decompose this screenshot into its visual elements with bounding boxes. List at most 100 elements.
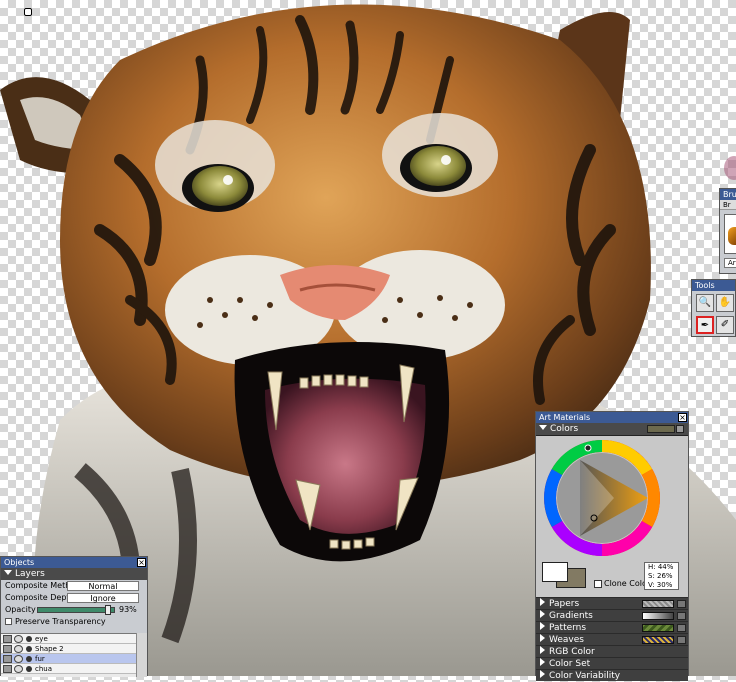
art-materials-title[interactable]: Art Materials × (536, 412, 688, 423)
grabber-hand-icon[interactable]: ✋ (716, 294, 734, 312)
opacity-row: Opacity 93% (1, 604, 147, 616)
layer-lock-icon[interactable] (3, 645, 12, 653)
eye-icon[interactable] (14, 645, 23, 653)
papers-preview (642, 600, 674, 608)
collapse-triangle-icon[interactable] (4, 570, 12, 575)
preserve-transparency-label: Preserve Transparency (15, 617, 106, 626)
papers-label: Papers (549, 599, 580, 609)
brush-category[interactable]: Br (720, 200, 736, 210)
expand-triangle-icon[interactable] (540, 634, 545, 642)
layer-lock-icon[interactable] (3, 655, 12, 663)
primary-color-swatch[interactable] (542, 562, 568, 582)
art-materials-title-text: Art Materials (539, 413, 591, 422)
layer-row-selected[interactable]: fur (1, 654, 137, 664)
eye-icon[interactable] (14, 665, 23, 673)
layer-list: eye Shape 2 fur chua (1, 633, 137, 677)
layers-label: Layers (15, 569, 45, 579)
hsv-readout: H: 44% S: 26% V: 30% (644, 562, 679, 590)
opacity-value: 93% (119, 605, 137, 614)
color-variability-row[interactable]: Color Variability (536, 669, 688, 681)
composite-method-select[interactable]: Normal (67, 581, 139, 591)
art-materials-palette: Art Materials × Colors Clone Color H: 44… (535, 411, 689, 681)
opacity-label: Opacity (5, 605, 36, 614)
patterns-preview (642, 624, 674, 632)
expand-triangle-icon[interactable] (540, 646, 545, 654)
opacity-slider[interactable] (37, 605, 115, 615)
dropper-icon[interactable]: ✐ (716, 316, 734, 334)
brush-variant[interactable]: Art (724, 258, 736, 268)
canvas-corner-handle[interactable] (24, 8, 32, 16)
brush-stroke-icon (728, 227, 736, 245)
expand-triangle-icon[interactable] (540, 658, 545, 666)
objects-palette: Objects × Layers Composite Method: Norma… (0, 556, 148, 677)
hue-indicator[interactable] (584, 444, 592, 452)
layer-row[interactable]: eye (1, 634, 137, 644)
tools-palette: Tools 🔍 ✋ ✒ ✐ (691, 279, 736, 337)
weaves-preview (642, 636, 674, 644)
layers-section-header[interactable]: Layers (1, 568, 147, 580)
objects-title-text: Objects (4, 558, 35, 567)
opacity-slider-handle[interactable] (104, 605, 111, 615)
brush-icon[interactable]: ✒ (696, 316, 714, 334)
expand-triangle-icon[interactable] (540, 598, 545, 606)
expand-triangle-icon[interactable] (540, 610, 545, 618)
composite-method-row: Composite Method: Normal (1, 580, 147, 592)
hue-value: H: 44% (648, 563, 674, 571)
layer-lock-icon[interactable] (3, 635, 12, 643)
current-color-chip (647, 425, 675, 433)
preserve-transparency-row[interactable]: Preserve Transparency (1, 616, 147, 628)
eye-icon[interactable] (14, 635, 23, 643)
layer-lock-icon[interactable] (3, 665, 12, 673)
tools-palette-title[interactable]: Tools (692, 280, 735, 291)
patterns-menu-icon[interactable] (677, 624, 686, 632)
colors-label: Colors (550, 424, 579, 434)
gradients-menu-icon[interactable] (677, 612, 686, 620)
close-icon[interactable]: × (137, 558, 146, 567)
saturation-value: S: 26% (648, 572, 673, 580)
layer-name: chua (35, 665, 53, 673)
collapse-triangle-icon[interactable] (539, 425, 547, 430)
close-icon[interactable]: × (678, 413, 687, 422)
value-value: V: 30% (648, 581, 673, 589)
composite-depth-row: Composite Depth: Ignore (1, 592, 147, 604)
gradients-preview (642, 612, 674, 620)
clone-color-checkbox[interactable] (594, 580, 602, 588)
magnifier-icon[interactable]: 🔍 (696, 294, 714, 312)
patterns-label: Patterns (549, 623, 587, 633)
layer-name: eye (35, 635, 48, 643)
weaves-label: Weaves (549, 635, 584, 645)
brush-selector-palette: Brus Br Art (719, 188, 736, 274)
color-set-row[interactable]: Color Set (536, 657, 688, 669)
layer-name: Shape 2 (35, 645, 64, 653)
gradients-row[interactable]: Gradients (536, 609, 688, 621)
brush-preview (724, 214, 736, 254)
layer-row[interactable]: Shape 2 (1, 644, 137, 654)
rgb-color-row[interactable]: RGB Color (536, 645, 688, 657)
brush-palette-title[interactable]: Brus (720, 189, 736, 200)
layer-type-icon (26, 646, 32, 652)
rgb-color-label: RGB Color (549, 647, 595, 657)
palette-menu-icon[interactable] (676, 425, 684, 433)
layer-type-icon (26, 636, 32, 642)
eye-icon[interactable] (14, 655, 23, 663)
layer-row[interactable]: chua (1, 664, 137, 674)
layer-type-icon (26, 656, 32, 662)
expand-triangle-icon[interactable] (540, 670, 545, 678)
composite-depth-select[interactable]: Ignore (67, 593, 139, 603)
color-variability-label: Color Variability (549, 671, 621, 681)
colors-body: Clone Color H: 44% S: 26% V: 30% (536, 435, 688, 597)
expand-triangle-icon[interactable] (540, 622, 545, 630)
weaves-menu-icon[interactable] (677, 636, 686, 644)
color-set-label: Color Set (549, 659, 591, 669)
weaves-row[interactable]: Weaves (536, 633, 688, 645)
objects-title[interactable]: Objects × (1, 557, 147, 568)
color-wheel[interactable] (544, 440, 660, 556)
layer-type-icon (26, 666, 32, 672)
papers-menu-icon[interactable] (677, 600, 686, 608)
patterns-row[interactable]: Patterns (536, 621, 688, 633)
layer-name: fur (35, 655, 45, 663)
preserve-transparency-checkbox[interactable] (5, 618, 12, 625)
colors-section-header[interactable]: Colors (536, 423, 688, 435)
layer-list-scrollbar[interactable] (136, 633, 147, 677)
papers-row[interactable]: Papers (536, 597, 688, 609)
